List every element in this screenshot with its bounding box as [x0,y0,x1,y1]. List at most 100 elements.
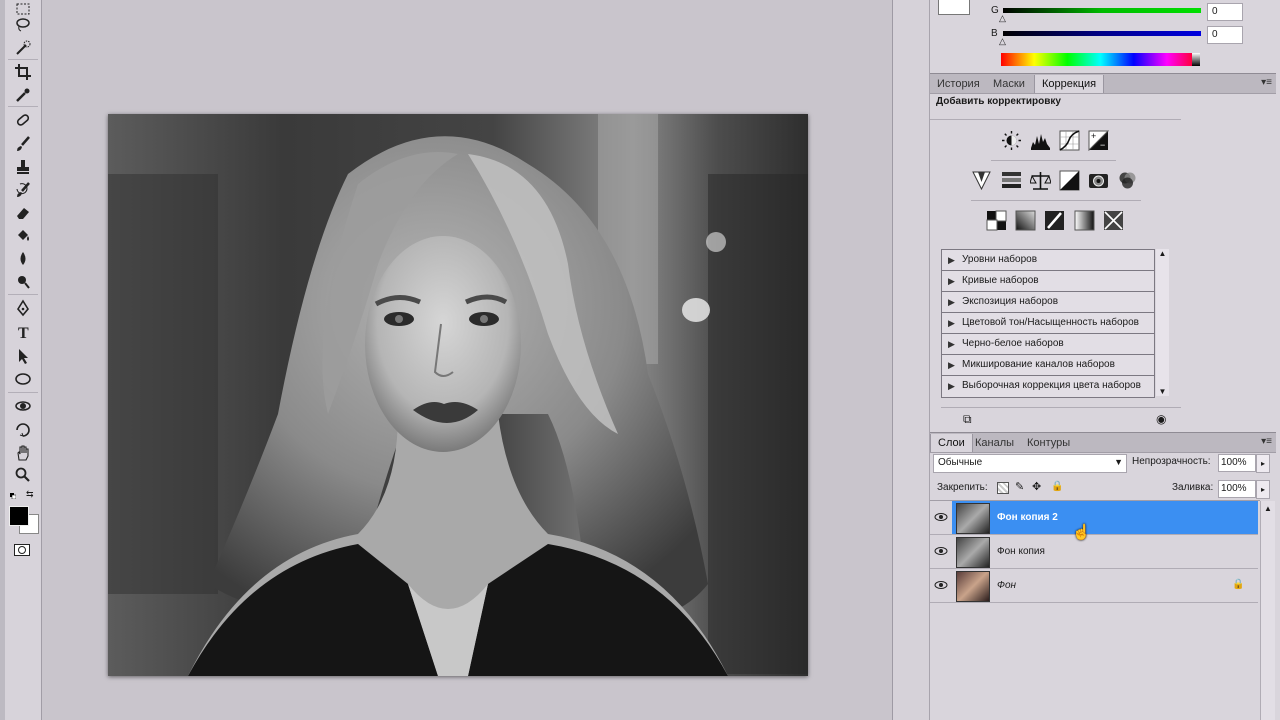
fill-label: Заливка: [1172,482,1214,493]
lock-pixels-icon[interactable]: ✎ [1015,480,1024,493]
paint-bucket-icon[interactable] [12,226,34,246]
layer-thumbnail [956,537,990,568]
ellipse-icon[interactable] [12,369,34,389]
layers-scrollbar[interactable]: ▲ [1260,501,1275,720]
clone-stamp-icon[interactable] [12,157,34,177]
opacity-label: Непрозрачность: [1132,456,1211,467]
canvas-right-margin [876,0,893,720]
color-swatch-preview[interactable] [938,0,970,15]
rotate-3d-icon[interactable] [12,396,34,416]
quick-selection-icon[interactable] [12,38,34,58]
threshold-icon[interactable] [1044,210,1065,231]
layer-thumbnail [956,503,990,534]
curves-icon[interactable] [1059,130,1080,151]
history-brush-icon[interactable] [12,180,34,200]
adjustment-presets-list: ▶ Уровни наборов ▶ Кривые наборов ▶ Экспози… [941,249,1155,398]
black-white-icon[interactable] [1059,170,1080,191]
exposure-icon[interactable]: + − [1088,130,1110,152]
foreground-color-swatch[interactable] [9,506,29,526]
levels-icon[interactable] [1030,130,1051,151]
lock-label: Закрепить: [937,482,988,493]
fill-slider-button[interactable]: ▸ [1256,480,1270,499]
posterize-icon[interactable] [1015,210,1036,231]
svg-text:T: T [18,325,29,341]
preset-item-channel-mixer[interactable]: ▶ Микширование каналов наборов [942,355,1154,376]
swap-colors-icon[interactable]: ⇆ [26,489,34,500]
path-selection-icon[interactable] [12,346,34,366]
layers-panel-menu-icon[interactable]: ▾≡ [1261,436,1272,447]
presets-scrollbar[interactable]: ▲ ▼ [1156,249,1169,396]
layer-name[interactable]: Фон копия 2 [997,501,1058,534]
blend-mode-value: Обычные [938,457,983,468]
channel-mixer-icon[interactable] [1117,170,1138,191]
layer-name[interactable]: Фон [997,569,1016,602]
preset-item-levels[interactable]: ▶ Уровни наборов [942,250,1154,271]
preset-item-hue-saturation[interactable]: ▶ Цветовой тон/Насыщенность наборов [942,313,1154,334]
preset-item-black-white[interactable]: ▶ Черно-белое наборов [942,334,1154,355]
g-slider-thumb[interactable]: △ [999,13,1006,24]
eyedropper-icon[interactable] [12,85,34,105]
default-colors-icon[interactable] [10,490,17,500]
layer-row-fon[interactable]: Фон 🔒 [930,569,1258,603]
vibrance-icon[interactable] [971,170,992,191]
mask-visibility-icon[interactable]: ◉ [1156,412,1166,426]
hand-cursor-icon: ☝ [1072,524,1091,541]
zoom-icon[interactable] [12,465,34,485]
panel-menu-icon[interactable]: ▾≡ [1261,77,1272,88]
lock-position-icon[interactable]: ✥ [1032,480,1041,493]
b-slider-thumb[interactable]: △ [999,36,1006,47]
eye-icon[interactable] [934,578,948,592]
lasso-icon[interactable] [12,15,34,35]
hue-saturation-icon[interactable] [1001,170,1022,191]
eraser-icon[interactable] [12,203,34,223]
document-canvas-area[interactable] [42,0,876,720]
document-image[interactable] [108,114,808,676]
tab-history[interactable]: История [930,75,987,93]
color-balance-icon[interactable] [1029,170,1052,191]
invert-icon[interactable] [986,210,1007,231]
quick-mask-icon[interactable] [14,544,30,556]
orbit-3d-icon[interactable] [12,420,34,440]
lock-all-icon[interactable]: 🔒 [1051,481,1063,492]
dodge-icon[interactable] [12,272,34,292]
tab-channels[interactable]: Каналы [968,434,1021,452]
eye-icon[interactable] [934,544,948,558]
g-value-field[interactable]: 0 [1207,3,1243,21]
healing-brush-icon[interactable] [12,110,34,130]
toolbox: T ⇆ [5,0,42,720]
preset-item-curves[interactable]: ▶ Кривые наборов [942,271,1154,292]
layer-name[interactable]: Фон копия [997,535,1045,568]
eye-icon[interactable] [934,510,948,524]
hand-icon[interactable] [12,443,34,463]
tab-adjustments[interactable]: Коррекция [1034,75,1105,93]
blend-mode-select[interactable]: Обычные ▼ [933,454,1127,473]
tab-paths[interactable]: Контуры [1020,434,1077,452]
opacity-slider-button[interactable]: ▸ [1256,454,1270,473]
brightness-contrast-icon[interactable] [1001,130,1022,151]
fill-field[interactable]: 100% [1218,480,1256,498]
b-channel-slider[interactable] [1003,31,1201,36]
clip-to-layer-icon[interactable]: ⧉ [963,412,972,427]
pen-icon[interactable] [12,298,34,318]
brush-icon[interactable] [12,134,34,154]
layer-row-fon-kopiya-2[interactable]: Фон копия 2 [930,501,1258,535]
preset-item-exposure[interactable]: ▶ Экспозиция наборов [942,292,1154,313]
gradient-map-icon[interactable] [1074,210,1095,231]
type-icon[interactable]: T [12,322,34,342]
blur-icon[interactable] [12,249,34,269]
g-channel-slider[interactable] [1003,8,1201,13]
crop-icon[interactable] [12,62,34,82]
b-value-field[interactable]: 0 [1207,26,1243,44]
tab-layers[interactable]: Слои [930,434,973,452]
preset-item-selective-color[interactable]: ▶ Выборочная коррекция цвета наборов [942,376,1154,396]
opacity-field[interactable]: 100% [1218,454,1256,472]
color-spectrum-bar[interactable] [1001,53,1200,66]
tab-masks[interactable]: Маски [986,75,1032,93]
photo-filter-icon[interactable] [1088,170,1109,191]
lock-transparency-icon[interactable] [997,482,1009,494]
selective-color-icon[interactable] [1103,210,1124,231]
layer-row-fon-kopiya[interactable]: Фон копия [930,535,1258,569]
svg-text:−: − [1100,140,1105,150]
adjustments-tabbar: История Маски Коррекция ▾≡ [930,73,1276,94]
lock-icon: 🔒 [1232,579,1245,590]
